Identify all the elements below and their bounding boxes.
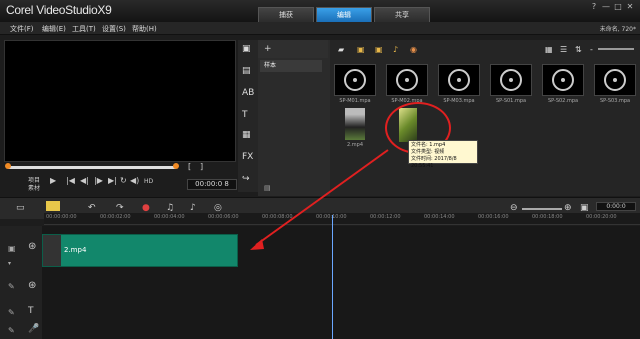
annotation-arrow [250, 149, 389, 250]
